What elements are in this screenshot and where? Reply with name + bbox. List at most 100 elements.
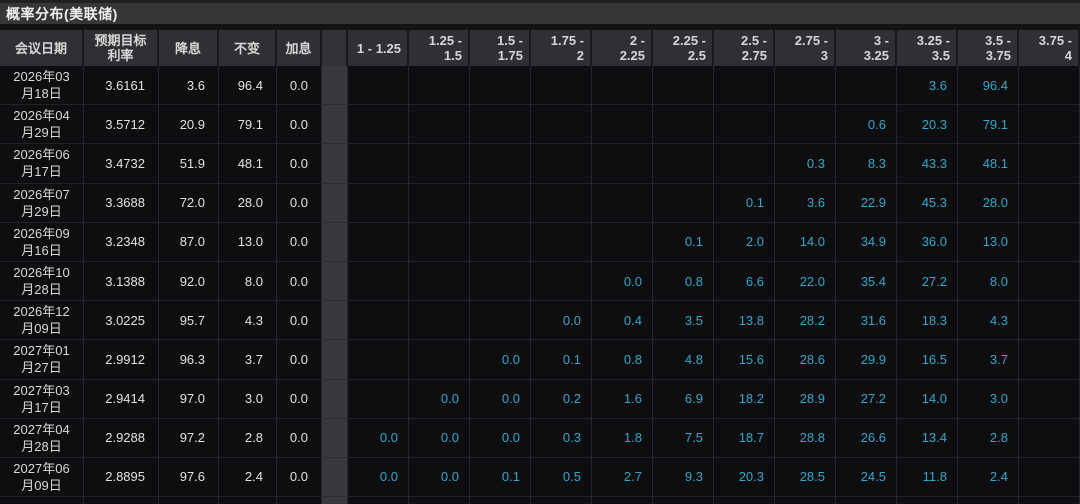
- clipped-cell: [470, 497, 531, 504]
- range-prob-cell-0: 0.0: [348, 418, 409, 458]
- range-prob-cell-6: 18.2: [714, 379, 775, 419]
- clipped-cell: [592, 497, 653, 504]
- hold-prob-cell: 4.3: [219, 301, 277, 341]
- range-prob-cell-2: [470, 183, 531, 223]
- clipped-cell: [958, 497, 1019, 504]
- range-prob-cell-11: [1019, 418, 1080, 458]
- range-prob-cell-2: 0.0: [470, 340, 531, 380]
- hike-prob-cell: 0.0: [277, 261, 322, 302]
- meeting-date-cell: 2026年03 月18日: [0, 66, 84, 106]
- range-prob-cell-0: [348, 261, 409, 302]
- range-prob-cell-1: [409, 66, 470, 106]
- range-prob-cell-11: [1019, 457, 1080, 498]
- hold-prob-cell: 3.7: [219, 340, 277, 380]
- table-row[interactable]: 2026年09 月16日 3.2348 87.0 13.0 0.0 0.1 2.0 14.0 3…: [0, 222, 1080, 262]
- range-prob-cell-4: [592, 105, 653, 145]
- range-prob-cell-0: 0.0: [348, 457, 409, 498]
- table-row[interactable]: 2027年06 月09日 2.8895 97.6 2.4 0.0 0.0 0.0 0.1 0.5…: [0, 457, 1080, 498]
- range-prob-cell-10: 13.0: [958, 222, 1019, 262]
- range-prob-cell-5: [653, 105, 714, 145]
- range-prob-cell-8: 22.9: [836, 183, 897, 223]
- hold-prob-cell: 28.0: [219, 183, 277, 223]
- range-prob-cell-1: [409, 183, 470, 223]
- range-prob-cell-2: [470, 301, 531, 341]
- hold-prob-cell: 8.0: [219, 261, 277, 302]
- range-prob-cell-1: 0.0: [409, 457, 470, 498]
- target-rate-cell: 3.1388: [84, 261, 159, 302]
- column-header-range-6: 2.5 - 2.75: [714, 30, 775, 66]
- range-prob-cell-9: 27.2: [897, 261, 958, 302]
- hike-prob-cell: 0.0: [277, 340, 322, 380]
- range-prob-cell-0: [348, 183, 409, 223]
- table-row[interactable]: 2026年04 月29日 3.5712 20.9 79.1 0.0 0.6 20.3 79.1: [0, 105, 1080, 145]
- range-prob-cell-3: [531, 222, 592, 262]
- table-row[interactable]: 2026年10 月28日 3.1388 92.0 8.0 0.0 0.0 0.8 6.6 22.…: [0, 261, 1080, 302]
- column-header-range-2: 1.5 - 1.75: [470, 30, 531, 66]
- table-row[interactable]: 2027年04 月28日 2.9288 97.2 2.8 0.0 0.0 0.0 0.0 0.3…: [0, 418, 1080, 458]
- clipped-cell: [84, 497, 159, 504]
- column-header-hold: 不变: [219, 30, 277, 66]
- range-prob-cell-3: 0.3: [531, 418, 592, 458]
- range-prob-cell-8: 26.6: [836, 418, 897, 458]
- range-prob-cell-0: [348, 379, 409, 419]
- hold-prob-cell: 79.1: [219, 105, 277, 145]
- range-prob-cell-4: 1.6: [592, 379, 653, 419]
- range-prob-cell-9: 18.3: [897, 301, 958, 341]
- meeting-date-cell: 2027年03 月17日: [0, 379, 84, 419]
- separator-cell: [322, 261, 348, 302]
- range-prob-cell-10: 3.0: [958, 379, 1019, 419]
- column-header-range-0: 1 - 1.25: [348, 30, 409, 66]
- column-header-range-1: 1.25 - 1.5: [409, 30, 470, 66]
- target-rate-cell: 3.4732: [84, 144, 159, 184]
- range-prob-cell-0: [348, 340, 409, 380]
- table-row[interactable]: 2026年12 月09日 3.0225 95.7 4.3 0.0 0.0 0.4 3.5 13.…: [0, 301, 1080, 341]
- separator-cell: [322, 340, 348, 380]
- range-prob-cell-3: [531, 66, 592, 106]
- cut-prob-cell: 96.3: [159, 340, 219, 380]
- hike-prob-cell: 0.0: [277, 301, 322, 341]
- clipped-cell: [219, 497, 277, 504]
- panel-title: 概率分布(美联储): [6, 5, 118, 22]
- range-prob-cell-4: [592, 222, 653, 262]
- range-prob-cell-5: 7.5: [653, 418, 714, 458]
- range-prob-cell-2: [470, 222, 531, 262]
- range-prob-cell-8: 8.3: [836, 144, 897, 184]
- range-prob-cell-4: 0.8: [592, 340, 653, 380]
- table-row[interactable]: 2026年07 月29日 3.3688 72.0 28.0 0.0 0.1 3.6 22.9 4…: [0, 183, 1080, 223]
- range-prob-cell-7: 14.0: [775, 222, 836, 262]
- range-prob-cell-1: [409, 222, 470, 262]
- range-prob-cell-8: 27.2: [836, 379, 897, 419]
- clipped-cell: [348, 497, 409, 504]
- range-prob-cell-4: [592, 183, 653, 223]
- range-prob-cell-10: 2.4: [958, 457, 1019, 498]
- table-row[interactable]: 2026年06 月17日 3.4732 51.9 48.1 0.0 0.3 8.3 43.3 4…: [0, 144, 1080, 184]
- separator-cell: [322, 183, 348, 223]
- separator-cell: [322, 418, 348, 458]
- range-prob-cell-9: 45.3: [897, 183, 958, 223]
- meeting-date-cell: 2026年07 月29日: [0, 183, 84, 223]
- range-prob-cell-7: [775, 66, 836, 106]
- range-prob-cell-7: 28.9: [775, 379, 836, 419]
- meeting-date-cell: 2026年10 月28日: [0, 261, 84, 302]
- table-row[interactable]: 2027年01 月27日 2.9912 96.3 3.7 0.0 0.0 0.1 0.8 4.8…: [0, 340, 1080, 380]
- hike-prob-cell: 0.0: [277, 183, 322, 223]
- column-header-date: 会议日期: [0, 30, 84, 66]
- range-prob-cell-4: 0.0: [592, 261, 653, 302]
- clipped-cell: [775, 497, 836, 504]
- range-prob-cell-3: [531, 261, 592, 302]
- range-prob-cell-1: [409, 144, 470, 184]
- hold-prob-cell: 2.8: [219, 418, 277, 458]
- range-prob-cell-7: 28.6: [775, 340, 836, 380]
- range-prob-cell-6: [714, 144, 775, 184]
- range-prob-cell-9: 14.0: [897, 379, 958, 419]
- clipped-cell: [836, 497, 897, 504]
- range-prob-cell-7: 22.0: [775, 261, 836, 302]
- range-prob-cell-7: 28.5: [775, 457, 836, 498]
- range-prob-cell-2: [470, 66, 531, 106]
- table-row[interactable]: 2027年03 月17日 2.9414 97.0 3.0 0.0 0.0 0.0 0.2 1.6…: [0, 379, 1080, 419]
- range-prob-cell-4: 1.8: [592, 418, 653, 458]
- range-prob-cell-10: 3.7: [958, 340, 1019, 380]
- panel-title-bar: 概率分布(美联储): [0, 0, 1080, 24]
- table-row[interactable]: 2026年03 月18日 3.6161 3.6 96.4 0.0 3.6 96.4: [0, 66, 1080, 106]
- range-prob-cell-6: 13.8: [714, 301, 775, 341]
